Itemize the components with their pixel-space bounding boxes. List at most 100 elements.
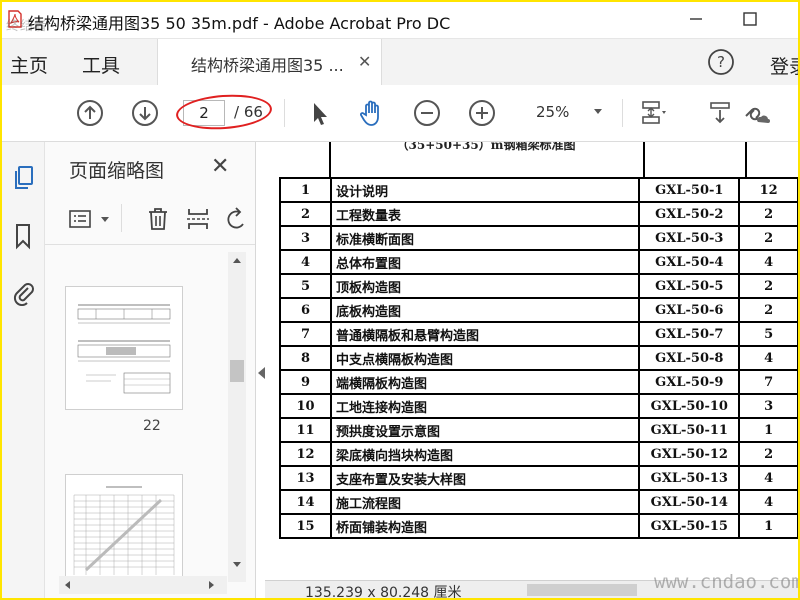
table-row: 9 端横隔板构造图 GXL-50-9 7 <box>279 369 798 395</box>
drawing-name: 端横隔板构造图 <box>329 369 641 395</box>
drawing-code: GXL-50-8 <box>638 345 741 371</box>
table-row: 12 梁底横向挡块构造图 GXL-50-12 2 <box>279 441 798 467</box>
drawing-code: GXL-50-14 <box>638 489 741 515</box>
rotate-icon[interactable] <box>225 206 245 232</box>
zoom-out-icon[interactable] <box>412 98 442 128</box>
svg-text:?: ? <box>717 53 725 71</box>
hand-tool-icon[interactable] <box>357 98 387 128</box>
drawing-code: GXL-50-7 <box>638 321 741 347</box>
drawing-code: GXL-50-4 <box>638 249 741 275</box>
table-row: 4 总体布置图 GXL-50-4 4 <box>279 249 798 275</box>
thumbnails-panel: 页面缩略图 ✕ 22 <box>45 142 256 598</box>
toolbar-separator <box>284 99 285 127</box>
drawing-name: 顶板构造图 <box>329 273 641 299</box>
next-page-icon[interactable] <box>130 98 160 128</box>
sheet-count: 1 <box>738 513 798 539</box>
tab-close-icon[interactable]: ✕ <box>358 52 371 71</box>
thumbnail-hscrollbar[interactable] <box>59 576 227 594</box>
scroll-mode-icon[interactable] <box>705 98 735 128</box>
insert-page-icon[interactable] <box>185 206 211 232</box>
zoom-in-icon[interactable] <box>467 98 497 128</box>
fit-page-icon[interactable] <box>638 98 668 128</box>
document-tab[interactable]: 结构桥梁通用图35 ... ✕ <box>157 39 382 85</box>
toolbar-separator <box>622 99 623 127</box>
drawing-name: 总体布置图 <box>329 249 641 275</box>
options-menu-icon[interactable] <box>69 208 95 230</box>
scroll-left-icon[interactable] <box>65 581 70 589</box>
table-border <box>643 142 645 177</box>
document-view[interactable]: （35+50+35）m钢箱梁标准图 1 设计说明 GXL-50-1 12 2 工程数量表 G… <box>265 142 798 598</box>
drawing-name: 中支点横隔板构造图 <box>329 345 641 371</box>
toolbar: 2 / 66 25% <box>2 85 798 142</box>
options-dropdown-icon[interactable] <box>101 217 109 222</box>
row-number: 4 <box>279 249 332 275</box>
row-number: 13 <box>279 465 332 491</box>
sheet-count: 4 <box>738 249 798 275</box>
minimize-icon[interactable] <box>686 9 706 29</box>
help-icon[interactable]: ? <box>707 48 735 76</box>
row-number: 12 <box>279 441 332 467</box>
maximize-icon[interactable] <box>740 9 760 29</box>
table-row: 5 顶板构造图 GXL-50-5 2 <box>279 273 798 299</box>
thumbnail-page-number: 22 <box>143 418 161 434</box>
drawing-code: GXL-50-6 <box>638 297 741 323</box>
drawing-name: 预拱度设置示意图 <box>329 417 641 443</box>
table-row: 3 标准横断面图 GXL-50-3 2 <box>279 225 798 251</box>
zoom-dropdown-icon[interactable] <box>594 109 602 114</box>
page-thumbnail[interactable] <box>65 474 183 582</box>
link-cloud-icon[interactable] <box>740 98 770 128</box>
page-thumbnail[interactable] <box>65 286 183 410</box>
sheet-count: 4 <box>738 345 798 371</box>
drawing-code: GXL-50-11 <box>638 417 741 443</box>
scroll-right-icon[interactable] <box>209 581 214 589</box>
drawing-name: 桥面铺装构造图 <box>329 513 641 539</box>
select-cursor-icon[interactable] <box>305 98 335 128</box>
scroll-down-icon[interactable] <box>233 562 241 567</box>
sheet-count: 2 <box>738 441 798 467</box>
delete-icon[interactable] <box>145 206 171 232</box>
drawing-name: 施工流程图 <box>329 489 641 515</box>
drawing-code: GXL-50-10 <box>638 393 741 419</box>
row-number: 5 <box>279 273 332 299</box>
table-row: 10 工地连接构造图 GXL-50-10 3 <box>279 393 798 419</box>
sheet-count: 5 <box>738 321 798 347</box>
title-bar: 终结者 结构桥梁通用图35 50 35m.pdf - Adobe Acrobat… <box>2 2 798 39</box>
drawing-code: GXL-50-15 <box>638 513 741 539</box>
drawing-name: 工地连接构造图 <box>329 393 641 419</box>
sheet-count: 2 <box>738 297 798 323</box>
thumbnail-drawing <box>77 304 171 394</box>
window-title: 结构桥梁通用图35 50 35m.pdf - Adobe Acrobat Pro… <box>28 14 451 33</box>
drawing-name: 梁底横向挡块构造图 <box>329 441 641 467</box>
bookmark-icon[interactable] <box>11 222 35 250</box>
panel-title: 页面缩略图 <box>69 160 165 182</box>
row-number: 8 <box>279 345 332 371</box>
sheet-count: 1 <box>738 417 798 443</box>
highlight-ellipse <box>174 91 274 133</box>
menu-tools[interactable]: 工具 <box>82 51 120 78</box>
thumbnail-scrollbar[interactable] <box>228 252 246 582</box>
menu-bar: 主页 工具 结构桥梁通用图35 ... ✕ ? 登录 <box>2 39 798 85</box>
drawing-code: GXL-50-9 <box>638 369 741 395</box>
login-button[interactable]: 登录 <box>770 52 798 79</box>
sheet-count: 4 <box>738 465 798 491</box>
scroll-up-icon[interactable] <box>233 258 241 263</box>
zoom-level[interactable]: 25% <box>536 103 569 121</box>
sheet-count: 7 <box>738 369 798 395</box>
drawing-code: GXL-50-12 <box>638 441 741 467</box>
table-row: 14 施工流程图 GXL-50-14 4 <box>279 489 798 515</box>
prev-page-icon[interactable] <box>75 98 105 128</box>
scrollbar-thumb[interactable] <box>230 360 244 382</box>
collapse-panel-icon[interactable] <box>258 367 265 379</box>
page-thumbnails-icon[interactable] <box>11 164 35 192</box>
attachment-icon[interactable] <box>11 278 35 306</box>
menu-home[interactable]: 主页 <box>10 51 48 78</box>
drawing-code: GXL-50-5 <box>638 273 741 299</box>
row-number: 7 <box>279 321 332 347</box>
thumbnail-drawing <box>73 486 175 575</box>
drawing-code: GXL-50-13 <box>638 465 741 491</box>
sheet-count: 2 <box>738 201 798 227</box>
horizontal-scroll-thumb[interactable] <box>527 584 637 596</box>
site-watermark: www.cndao.com <box>654 571 798 593</box>
panel-close-icon[interactable]: ✕ <box>211 154 229 179</box>
table-header-text: （35+50+35）m钢箱梁标准图 <box>396 142 576 152</box>
